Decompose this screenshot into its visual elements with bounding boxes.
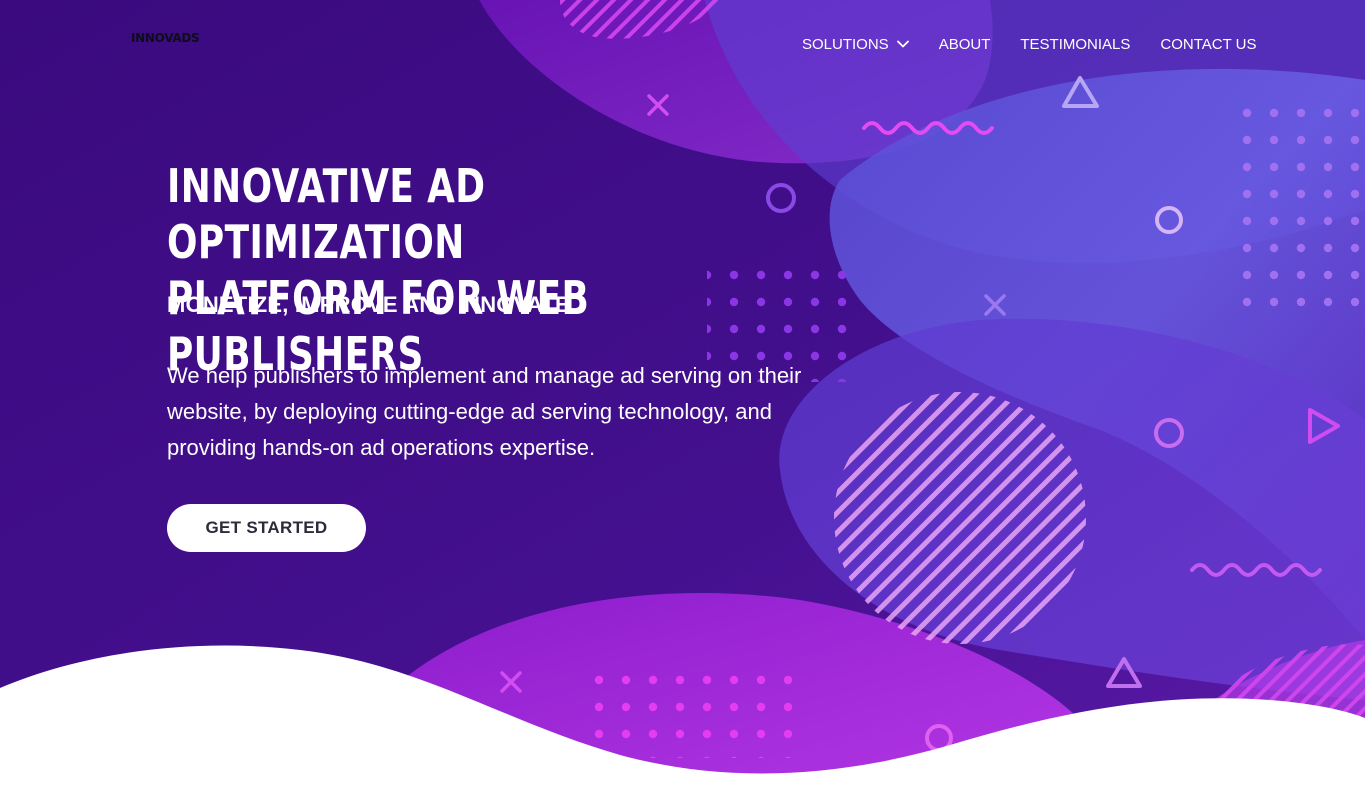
nav-item-about[interactable]: ABOUT (939, 34, 991, 54)
nav-item-testimonials[interactable]: TESTIMONIALS (1020, 34, 1130, 54)
hero-description: We help publishers to implement and mana… (167, 363, 802, 460)
hero-subtitle: MONETIZE, IMPROVE AND INNOVATE (167, 292, 570, 317)
nav-item-label: SOLUTIONS (802, 35, 889, 53)
chevron-down-icon (896, 40, 909, 48)
logo[interactable]: INNOVADS (131, 31, 200, 45)
get-started-button[interactable]: GET STARTED (167, 504, 366, 552)
main-nav: SOLUTIONS ABOUT TESTIMONIALS CONTACT US (802, 34, 1257, 54)
hero-title: INNOVATIVE AD OPTIMIZATION PLATFORM FOR … (167, 158, 791, 382)
nav-item-contact-us[interactable]: CONTACT US (1160, 34, 1256, 54)
hero-section: INNOVATIVE AD OPTIMIZATION PLATFORM FOR … (167, 158, 867, 552)
hero-title-line-1: INNOVATIVE AD OPTIMIZATION (167, 159, 486, 269)
nav-item-solutions[interactable]: SOLUTIONS (802, 34, 909, 54)
